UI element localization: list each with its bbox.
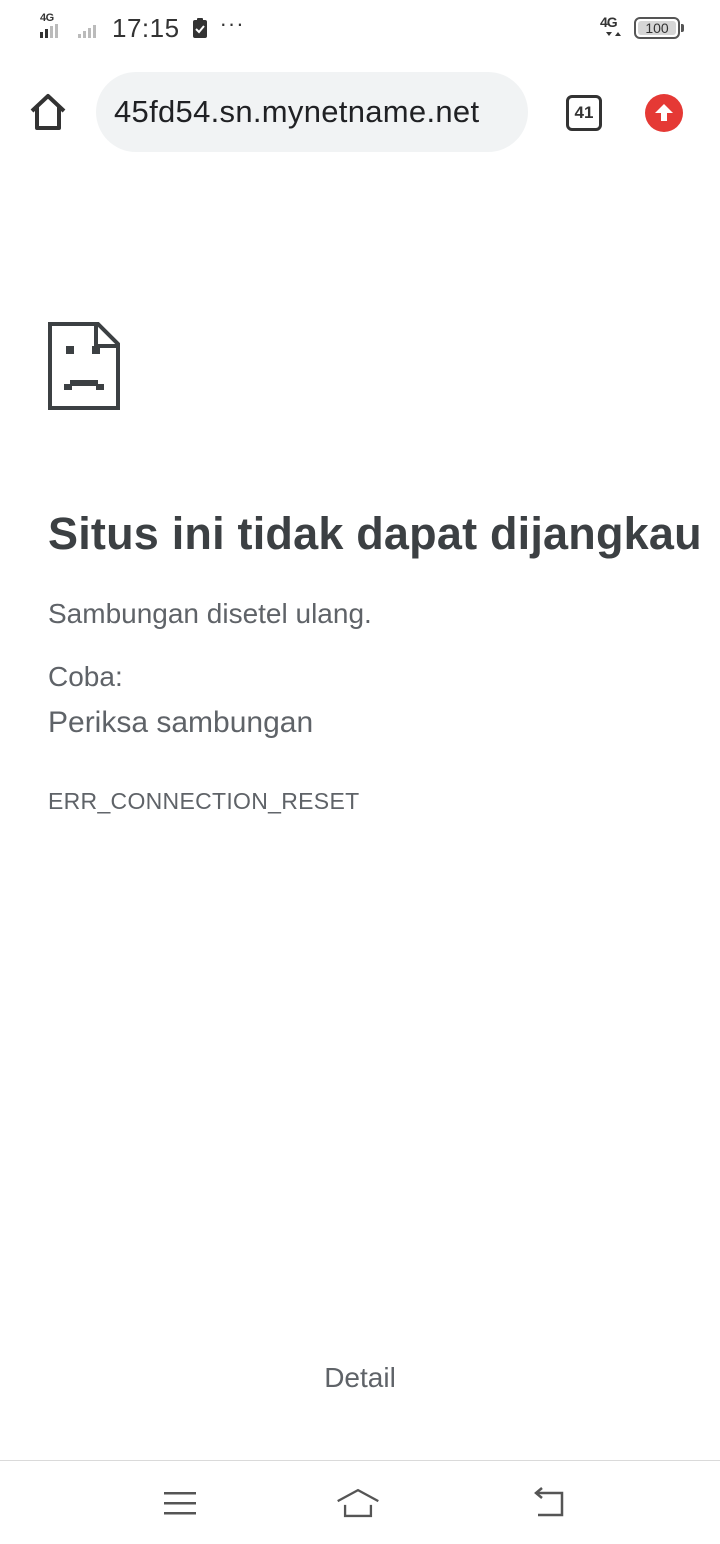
nav-back-button[interactable] [524,1481,572,1525]
address-bar[interactable]: 45fd54.sn.mynetname.net [96,72,528,152]
battery-level: 100 [645,20,669,36]
error-code: ERR_CONNECTION_RESET [48,788,360,814]
tab-switcher-button[interactable]: 41 [566,95,602,131]
details-button[interactable]: Detail [300,1356,420,1400]
status-left: 4G 17:15 ··· [38,12,245,44]
signal-strength-2-icon [76,14,108,42]
battery-icon: 100 [634,17,684,39]
status-bar: 4G 17:15 ··· 4G 100 [0,0,720,56]
error-title: Situs ini tidak dapat dijangkau [48,508,702,559]
status-right: 4G 100 [600,14,684,42]
try-label: Coba: [48,661,123,692]
signal-strength-icon: 4G [38,12,72,42]
suggestion-item: Periksa sambungan [48,706,314,739]
more-notifications-icon: ··· [219,11,245,36]
nav-menu-button[interactable] [156,1481,204,1525]
update-button[interactable] [645,94,683,132]
sad-document-icon [48,322,120,410]
browser-toolbar: 45fd54.sn.mynetname.net 41 [0,72,720,152]
system-nav-bar [0,1461,720,1544]
network-type-label: 4G [40,12,54,24]
home-icon [30,94,66,130]
data-4g-icon: 4G [600,14,628,42]
url-text[interactable]: 45fd54.sn.mynetname.net [114,94,479,130]
tab-count: 41 [574,103,594,122]
browser-screen: 4G 17:15 ··· 4G 100 45fd54.sn.mynetname.… [0,0,720,1544]
clock: 17:15 [112,12,180,43]
nav-home-button[interactable] [334,1481,382,1525]
update-arrow-icon [655,104,673,121]
home-button[interactable] [28,92,68,132]
menu-icon [164,1492,196,1515]
clipboard-check-icon [192,17,208,39]
home-nav-icon [337,1488,379,1518]
back-icon [534,1487,564,1517]
error-subtitle: Sambungan disetel ulang. [48,598,372,629]
